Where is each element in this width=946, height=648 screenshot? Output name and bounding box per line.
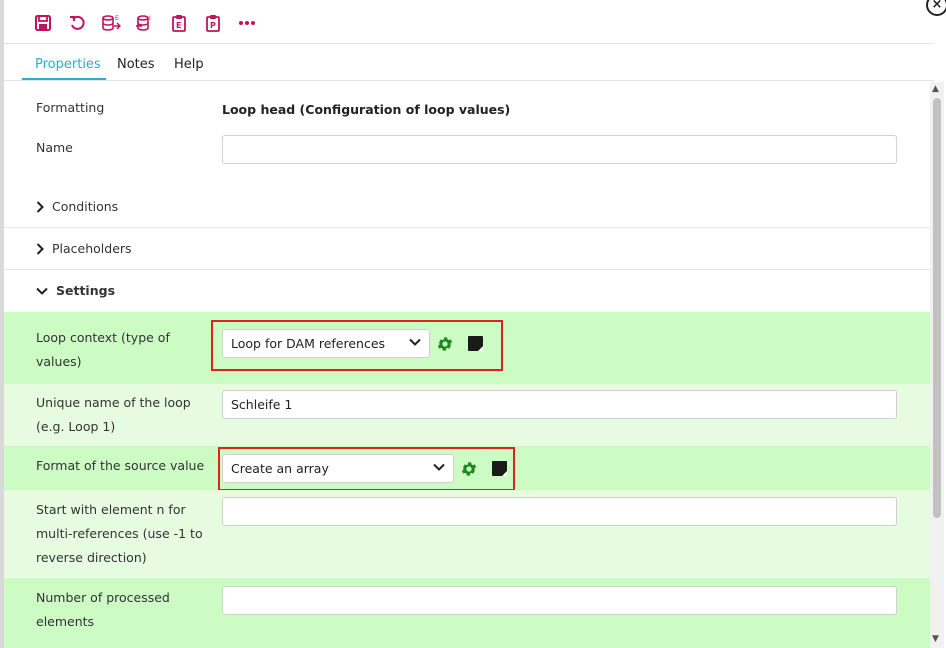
formatting-row: Formatting Loop head (Configuration of l… xyxy=(4,96,930,122)
processed-elements-label-line2: elements xyxy=(36,614,95,629)
clipboard-p-icon[interactable]: P xyxy=(202,12,224,34)
placeholders-section[interactable]: Placeholders xyxy=(4,228,930,270)
loop-context-row: Loop context (type of values) Loop for D… xyxy=(4,312,930,384)
processed-elements-label: Number of processed elements xyxy=(36,586,170,634)
conditions-section[interactable]: Conditions xyxy=(4,186,930,228)
settings-label: Settings xyxy=(56,283,116,298)
svg-text:E: E xyxy=(176,21,181,30)
formatting-label: Formatting xyxy=(36,100,105,115)
more-icon[interactable] xyxy=(236,12,258,34)
loop-context-label: Loop context (type of values) xyxy=(36,326,170,374)
clipboard-e-icon[interactable]: E xyxy=(168,12,190,34)
unique-name-input[interactable]: Schleife 1 xyxy=(222,390,897,419)
start-element-row: Start with element n for multi-reference… xyxy=(4,490,930,578)
loop-context-label-line1: Loop context (type of xyxy=(36,330,170,345)
name-input[interactable] xyxy=(222,135,897,164)
loop-context-select[interactable]: Loop for DAM references xyxy=(222,329,430,358)
database-import-icon[interactable]: I xyxy=(134,12,156,34)
gear-icon[interactable] xyxy=(436,335,454,353)
unique-name-label: Unique name of the loop (e.g. Loop 1) xyxy=(36,391,191,439)
name-row: Name xyxy=(4,134,930,166)
scroll-thumb[interactable] xyxy=(933,98,941,518)
processed-elements-label-line1: Number of processed xyxy=(36,590,170,605)
gear-icon[interactable] xyxy=(460,460,478,478)
properties-dialog: E I E P Properties Notes Help Formatting… xyxy=(4,0,934,648)
scroll-up-icon[interactable]: ▲ xyxy=(932,84,939,94)
vertical-scrollbar[interactable]: ▲ ▼ xyxy=(930,82,944,648)
note-icon[interactable] xyxy=(492,461,507,476)
chevron-down-icon xyxy=(36,287,48,295)
svg-text:E: E xyxy=(115,15,119,22)
formatting-value: Loop head (Configuration of loop values) xyxy=(222,102,511,117)
unique-name-label-line2: (e.g. Loop 1) xyxy=(36,419,116,434)
chevron-right-icon xyxy=(36,200,44,213)
processed-elements-row: Number of processed elements xyxy=(4,578,930,648)
note-icon[interactable] xyxy=(468,336,483,351)
start-element-label-line3: reverse direction) xyxy=(36,550,147,565)
loop-context-value: Loop for DAM references xyxy=(231,336,386,351)
unique-name-label-line1: Unique name of the loop xyxy=(36,395,191,410)
source-format-value: Create an array xyxy=(231,461,329,476)
start-element-input[interactable] xyxy=(222,497,897,526)
processed-elements-input[interactable] xyxy=(222,586,897,615)
active-tab-indicator xyxy=(22,78,106,80)
settings-header[interactable]: Settings xyxy=(36,283,115,298)
properties-panel: Formatting Loop head (Configuration of l… xyxy=(4,82,930,648)
source-format-select[interactable]: Create an array xyxy=(222,454,454,483)
chevron-right-icon xyxy=(36,242,44,255)
conditions-header[interactable]: Conditions xyxy=(36,199,118,214)
settings-section[interactable]: Settings xyxy=(4,270,930,312)
placeholders-label: Placeholders xyxy=(52,241,132,256)
tab-notes[interactable]: Notes xyxy=(117,57,155,72)
placeholders-header[interactable]: Placeholders xyxy=(36,241,132,256)
loop-context-label-line2: values) xyxy=(36,354,82,369)
chevron-down-icon xyxy=(433,463,445,471)
toolbar: E I E P xyxy=(4,0,934,44)
svg-text:I: I xyxy=(149,15,151,22)
start-element-label: Start with element n for multi-reference… xyxy=(36,498,203,570)
save-icon[interactable] xyxy=(32,12,54,34)
tab-help[interactable]: Help xyxy=(174,57,204,72)
conditions-label: Conditions xyxy=(52,199,119,214)
source-format-label: Format of the source value xyxy=(36,458,205,473)
source-format-row: Format of the source value Create an arr… xyxy=(4,446,930,491)
svg-text:P: P xyxy=(210,21,216,30)
chevron-down-icon xyxy=(409,338,421,346)
database-export-icon[interactable]: E xyxy=(100,12,122,34)
name-label: Name xyxy=(36,140,73,155)
unique-name-row: Unique name of the loop (e.g. Loop 1) Sc… xyxy=(4,384,930,446)
scroll-down-icon[interactable]: ▼ xyxy=(932,634,939,644)
undo-icon[interactable] xyxy=(66,12,88,34)
start-element-label-line2: multi-references (use -1 to xyxy=(36,526,203,541)
tab-bar: Properties Notes Help xyxy=(4,45,934,81)
tab-properties[interactable]: Properties xyxy=(35,57,101,72)
start-element-label-line1: Start with element n for xyxy=(36,502,186,517)
